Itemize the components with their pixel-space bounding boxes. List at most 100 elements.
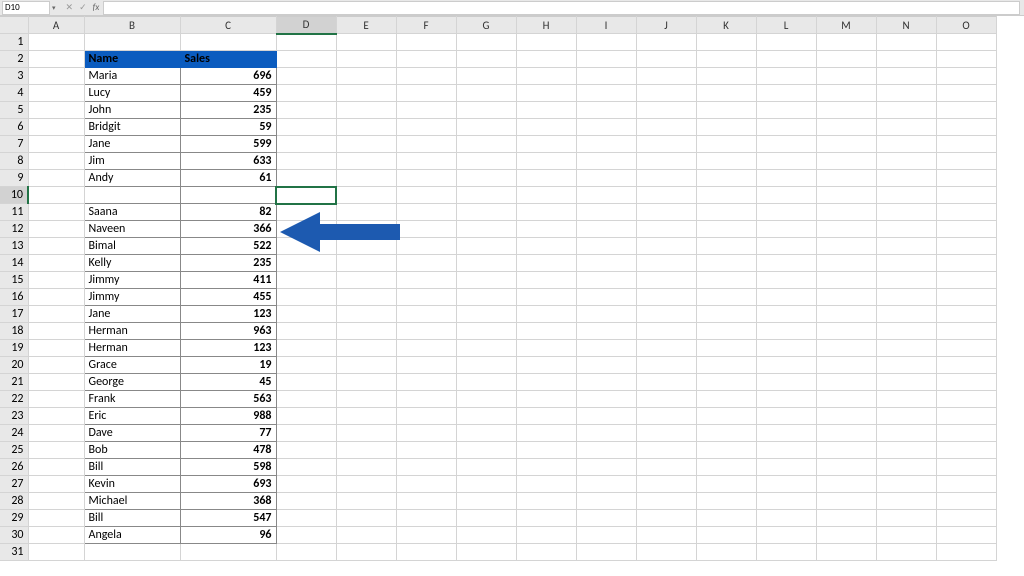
cell-F15[interactable]: [396, 272, 456, 289]
cell-G12[interactable]: [456, 221, 516, 238]
cell-D13[interactable]: [276, 238, 336, 255]
cell-K5[interactable]: [696, 102, 756, 119]
cell-D22[interactable]: [276, 391, 336, 408]
cell-H9[interactable]: [516, 170, 576, 187]
cell-H14[interactable]: [516, 255, 576, 272]
cell-I19[interactable]: [576, 340, 636, 357]
cell-N18[interactable]: [876, 323, 936, 340]
cell-F1[interactable]: [396, 34, 456, 51]
cell-L25[interactable]: [756, 442, 816, 459]
cell-A31[interactable]: [28, 544, 84, 561]
col-header-D[interactable]: D: [276, 17, 336, 34]
cell-G2[interactable]: [456, 51, 516, 68]
cell-I11[interactable]: [576, 204, 636, 221]
row-header-6[interactable]: 6: [0, 119, 28, 136]
cell-H17[interactable]: [516, 306, 576, 323]
cell-I21[interactable]: [576, 374, 636, 391]
cell-M17[interactable]: [816, 306, 876, 323]
cell-I12[interactable]: [576, 221, 636, 238]
cell-G15[interactable]: [456, 272, 516, 289]
cell-K13[interactable]: [696, 238, 756, 255]
cell-C8[interactable]: 633: [180, 153, 276, 170]
cell-D20[interactable]: [276, 357, 336, 374]
cell-K7[interactable]: [696, 136, 756, 153]
cell-C16[interactable]: 455: [180, 289, 276, 306]
cell-E11[interactable]: [336, 204, 396, 221]
cell-B9[interactable]: Andy: [84, 170, 180, 187]
cell-N26[interactable]: [876, 459, 936, 476]
cell-I27[interactable]: [576, 476, 636, 493]
cell-G3[interactable]: [456, 68, 516, 85]
cell-C11[interactable]: 82: [180, 204, 276, 221]
cell-B30[interactable]: Angela: [84, 527, 180, 544]
cell-C29[interactable]: 547: [180, 510, 276, 527]
cell-O17[interactable]: [936, 306, 996, 323]
cell-O28[interactable]: [936, 493, 996, 510]
cell-B18[interactable]: Herman: [84, 323, 180, 340]
cell-H28[interactable]: [516, 493, 576, 510]
cell-G17[interactable]: [456, 306, 516, 323]
cell-L14[interactable]: [756, 255, 816, 272]
cell-O31[interactable]: [936, 544, 996, 561]
cell-L31[interactable]: [756, 544, 816, 561]
cell-G30[interactable]: [456, 527, 516, 544]
cell-O21[interactable]: [936, 374, 996, 391]
cell-I13[interactable]: [576, 238, 636, 255]
cell-K23[interactable]: [696, 408, 756, 425]
cell-H29[interactable]: [516, 510, 576, 527]
cell-G22[interactable]: [456, 391, 516, 408]
cell-N3[interactable]: [876, 68, 936, 85]
cell-O30[interactable]: [936, 527, 996, 544]
cell-E17[interactable]: [336, 306, 396, 323]
cell-B20[interactable]: Grace: [84, 357, 180, 374]
cell-C26[interactable]: 598: [180, 459, 276, 476]
cell-H20[interactable]: [516, 357, 576, 374]
cell-C31[interactable]: [180, 544, 276, 561]
cell-F27[interactable]: [396, 476, 456, 493]
cell-M24[interactable]: [816, 425, 876, 442]
cell-A15[interactable]: [28, 272, 84, 289]
cell-A16[interactable]: [28, 289, 84, 306]
cell-O10[interactable]: [936, 187, 996, 204]
cell-L27[interactable]: [756, 476, 816, 493]
cell-O9[interactable]: [936, 170, 996, 187]
cell-H8[interactable]: [516, 153, 576, 170]
cell-M22[interactable]: [816, 391, 876, 408]
cell-A28[interactable]: [28, 493, 84, 510]
cell-K26[interactable]: [696, 459, 756, 476]
cell-A30[interactable]: [28, 527, 84, 544]
cell-K28[interactable]: [696, 493, 756, 510]
cell-H18[interactable]: [516, 323, 576, 340]
cell-O2[interactable]: [936, 51, 996, 68]
cell-J2[interactable]: [636, 51, 696, 68]
cell-J30[interactable]: [636, 527, 696, 544]
cell-M25[interactable]: [816, 442, 876, 459]
cell-F19[interactable]: [396, 340, 456, 357]
cell-L3[interactable]: [756, 68, 816, 85]
cell-F23[interactable]: [396, 408, 456, 425]
cell-C12[interactable]: 366: [180, 221, 276, 238]
cell-E22[interactable]: [336, 391, 396, 408]
cell-C28[interactable]: 368: [180, 493, 276, 510]
cell-H1[interactable]: [516, 34, 576, 51]
cell-L5[interactable]: [756, 102, 816, 119]
cell-N14[interactable]: [876, 255, 936, 272]
row-header-1[interactable]: 1: [0, 34, 28, 51]
cell-N19[interactable]: [876, 340, 936, 357]
cell-A11[interactable]: [28, 204, 84, 221]
cell-D28[interactable]: [276, 493, 336, 510]
cell-E8[interactable]: [336, 153, 396, 170]
cell-B8[interactable]: Jim: [84, 153, 180, 170]
cell-O24[interactable]: [936, 425, 996, 442]
cell-I31[interactable]: [576, 544, 636, 561]
cell-M6[interactable]: [816, 119, 876, 136]
cell-B29[interactable]: Bill: [84, 510, 180, 527]
cell-K2[interactable]: [696, 51, 756, 68]
cell-D7[interactable]: [276, 136, 336, 153]
cell-F13[interactable]: [396, 238, 456, 255]
cell-J31[interactable]: [636, 544, 696, 561]
cell-G10[interactable]: [456, 187, 516, 204]
cell-F7[interactable]: [396, 136, 456, 153]
cell-I28[interactable]: [576, 493, 636, 510]
cell-O14[interactable]: [936, 255, 996, 272]
